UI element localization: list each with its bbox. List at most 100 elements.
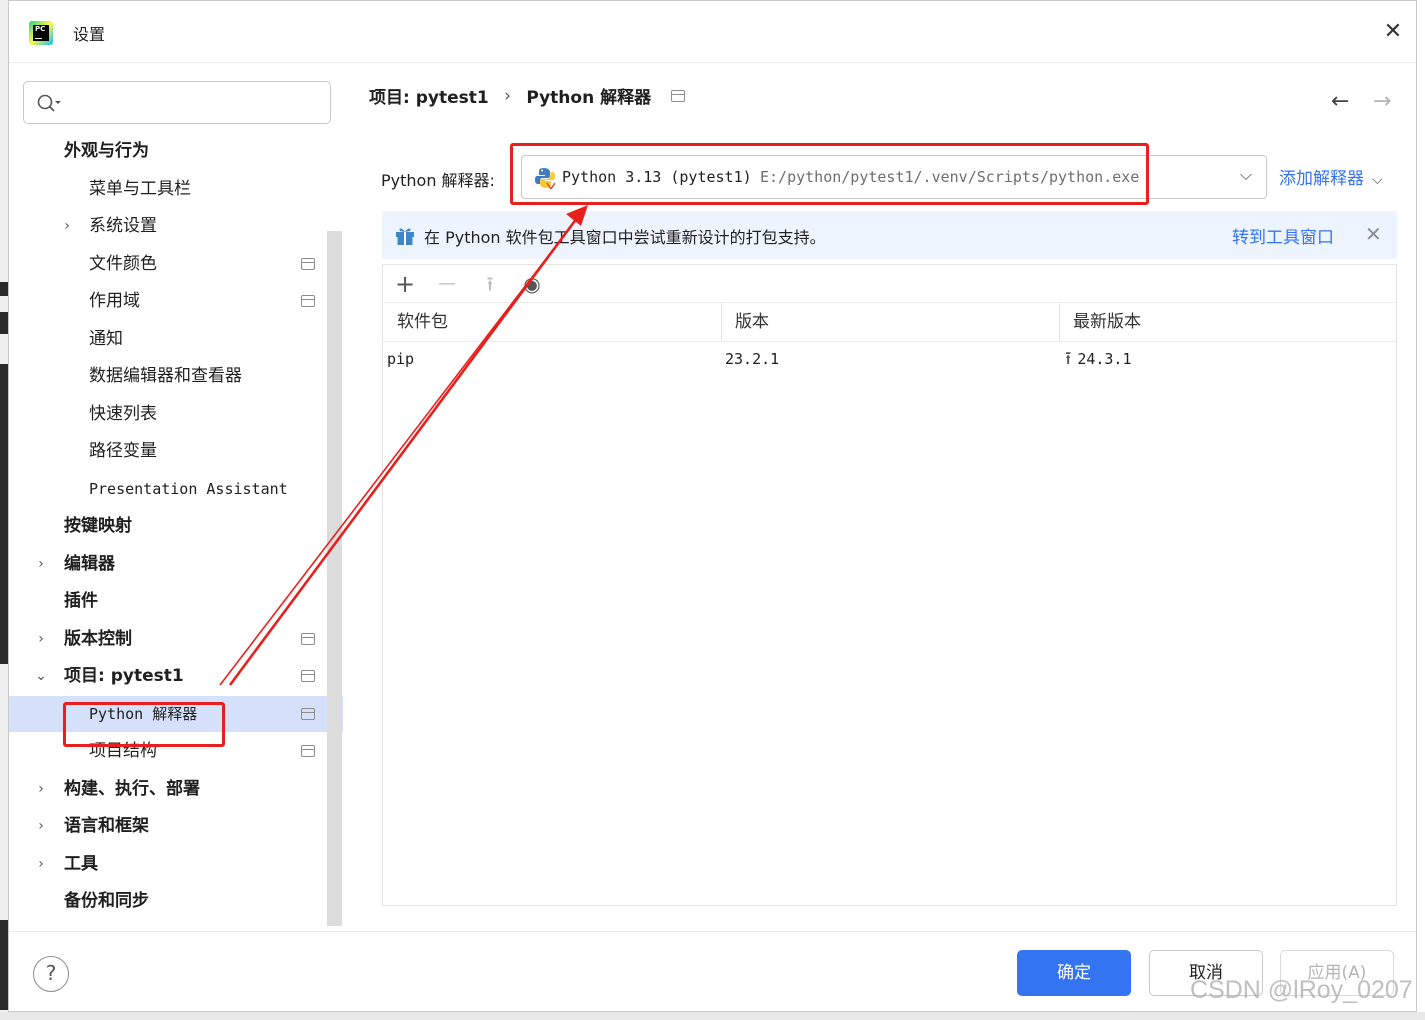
pin-icon (301, 670, 315, 682)
tree-item[interactable]: › 系统设置 (9, 208, 343, 244)
tree-item[interactable]: 按键映射 (9, 508, 343, 544)
add-interpreter-button[interactable]: 添加解释器 ⌵ (1279, 164, 1383, 189)
settings-sidebar: 外观与行为菜单与工具栏 › 系统设置文件颜色作用域通知数据编辑器和查看器 快速列表路径… (9, 63, 351, 931)
eye-icon[interactable]: ◉ (517, 269, 547, 299)
tree-item-label: 路径变量 (89, 441, 157, 461)
info-banner: 在 Python 软件包工具窗口中尝试重新设计的打包支持。 转到工具窗口 ✕ (382, 211, 1397, 259)
tree-item[interactable]: 通知 (9, 321, 343, 357)
tree-item[interactable]: › 工具 (9, 846, 343, 882)
tree-item[interactable]: 数据编辑器和查看器 (9, 358, 343, 394)
search-box[interactable] (23, 81, 331, 124)
pin-icon (301, 745, 315, 757)
breadcrumb: 项目: pytest1 › Python 解释器 (369, 83, 685, 108)
go-to-tool-window-link[interactable]: 转到工具窗口 (1232, 223, 1334, 248)
title-bar: PC 设置 ✕ (9, 1, 1416, 63)
breadcrumb-page: Python 解释器 (526, 88, 652, 108)
ok-button[interactable]: 确定 (1017, 950, 1131, 996)
packages-table-header: 软件包 版本 最新版本 (383, 303, 1396, 342)
tree-item[interactable]: Presentation Assistant (9, 471, 343, 507)
pin-icon (301, 257, 315, 270)
table-row[interactable]: pip 23.2.1 ⭱ 24.3.1 (383, 342, 1396, 376)
tree-item[interactable]: › 语言和框架 (9, 808, 343, 844)
column-header-latest[interactable]: 最新版本 (1059, 303, 1141, 342)
chevron-right-icon[interactable]: › (59, 208, 75, 244)
tree-item[interactable]: 作用域 (9, 283, 343, 319)
settings-dialog: PC 设置 ✕ 外观与行为菜单与工具栏 › 系统设置文件颜色作用域通知数据编辑器和查… (8, 0, 1417, 1012)
tree-item-label: 作用域 (89, 291, 140, 311)
python-logo-icon (535, 168, 556, 189)
chevron-down-icon: ⌵ (1239, 165, 1252, 184)
main-panel: 项目: pytest1 › Python 解释器 ← → Python 解释器:… (351, 63, 1417, 931)
tree-item[interactable]: › 构建、执行、部署 (9, 771, 343, 807)
tree-item-label: 项目: pytest1 (64, 666, 184, 686)
package-name: pip (387, 350, 415, 368)
pin-icon (670, 89, 685, 102)
banner-text: 在 Python 软件包工具窗口中尝试重新设计的打包支持。 (424, 228, 826, 247)
tree-item[interactable]: Python 解释器 (9, 695, 343, 732)
interpreter-label: Python 解释器: (381, 171, 495, 190)
forward-arrow-icon[interactable]: → (1373, 89, 1391, 114)
tree-item-label: 通知 (89, 328, 123, 349)
tree-item-label: Python 解释器 (89, 704, 198, 723)
chevron-right-icon[interactable]: › (33, 808, 49, 844)
tree-item-label: 版本控制 (64, 628, 132, 649)
tree-item-label: 按键映射 (64, 516, 132, 536)
column-header-version[interactable]: 版本 (721, 303, 769, 342)
tree-item[interactable]: › 版本控制 (9, 621, 343, 657)
tree-item-label: 外观与行为 (64, 141, 149, 161)
tree-item-label: 语言和框架 (64, 816, 149, 836)
gift-icon (396, 228, 414, 245)
sidebar-scrollbar[interactable] (327, 231, 342, 926)
back-arrow-icon[interactable]: ← (1331, 89, 1349, 114)
tree-item[interactable]: 路径变量 (9, 433, 343, 469)
tree-item[interactable]: 备份和同步 (9, 883, 343, 919)
close-button[interactable]: ✕ (1380, 19, 1406, 45)
tree-item-label: 数据编辑器和查看器 (89, 366, 242, 386)
chevron-right-icon[interactable]: › (33, 771, 49, 807)
pin-icon (301, 707, 315, 720)
background-edge (0, 0, 8, 1020)
tree-item[interactable]: 快速列表 (9, 396, 343, 432)
tree-item[interactable]: 菜单与工具栏 (9, 171, 343, 207)
tree-item-label: 系统设置 (89, 216, 157, 236)
tree-item[interactable]: ⌄ 项目: pytest1 (9, 658, 343, 694)
search-input[interactable] (68, 88, 318, 118)
breadcrumb-project[interactable]: 项目: pytest1 (369, 83, 489, 108)
close-icon[interactable]: ✕ (1365, 222, 1382, 246)
background-edge (0, 1012, 1425, 1020)
tree-item[interactable]: 外观与行为 (9, 133, 343, 169)
breadcrumb-separator: › (504, 85, 511, 106)
upgrade-package-icon[interactable]: ⭱ (475, 269, 505, 299)
interpreter-name: Python 3.13 (pytest1) (562, 168, 752, 186)
tree-item[interactable]: 插件 (9, 583, 343, 619)
chevron-right-icon[interactable]: › (33, 621, 49, 657)
search-icon (37, 94, 61, 112)
column-header-package[interactable]: 软件包 (383, 303, 448, 342)
remove-package-icon[interactable]: — (432, 269, 462, 299)
tree-item-label: 工具 (64, 853, 98, 874)
tree-item[interactable]: 文件颜色 (9, 246, 343, 282)
add-package-icon[interactable]: + (390, 269, 420, 299)
help-button[interactable]: ? (33, 956, 69, 992)
tree-item-label: 备份和同步 (64, 891, 149, 911)
interpreter-select[interactable]: Python 3.13 (pytest1) E:/python/pytest1/… (521, 155, 1267, 199)
pycharm-logo-icon: PC (29, 21, 53, 45)
chevron-down-icon[interactable]: ⌄ (33, 658, 49, 694)
apply-button[interactable]: 应用(A) (1280, 950, 1394, 996)
chevron-right-icon[interactable]: › (33, 546, 49, 582)
cancel-button[interactable]: 取消 (1149, 950, 1263, 996)
tree-item-label: 项目结构 (89, 741, 157, 761)
tree-item-label: 快速列表 (89, 403, 157, 424)
package-version: 23.2.1 (725, 350, 780, 368)
add-interpreter-label: 添加解释器 (1279, 169, 1364, 189)
tree-item-label: 构建、执行、部署 (64, 778, 200, 799)
chevron-right-icon[interactable]: › (33, 846, 49, 882)
tree-item-label: Presentation Assistant (89, 479, 288, 498)
tree-item[interactable]: › 编辑器 (9, 546, 343, 582)
tree-item-label: 编辑器 (64, 553, 115, 574)
package-latest-version: 24.3.1 (1077, 350, 1132, 368)
chevron-down-icon: ⌵ (1372, 172, 1383, 188)
tree-item-label: 菜单与工具栏 (89, 178, 191, 199)
window-title: 设置 (73, 25, 106, 44)
tree-item[interactable]: 项目结构 (9, 733, 343, 769)
